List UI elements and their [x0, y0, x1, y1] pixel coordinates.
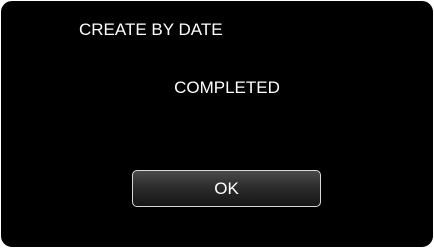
- ok-button[interactable]: OK: [132, 170, 321, 207]
- dialog-title: CREATE BY DATE: [79, 20, 223, 39]
- status-message: COMPLETED: [174, 78, 280, 97]
- dialog-screen: CREATE BY DATE COMPLETED OK: [0, 0, 434, 248]
